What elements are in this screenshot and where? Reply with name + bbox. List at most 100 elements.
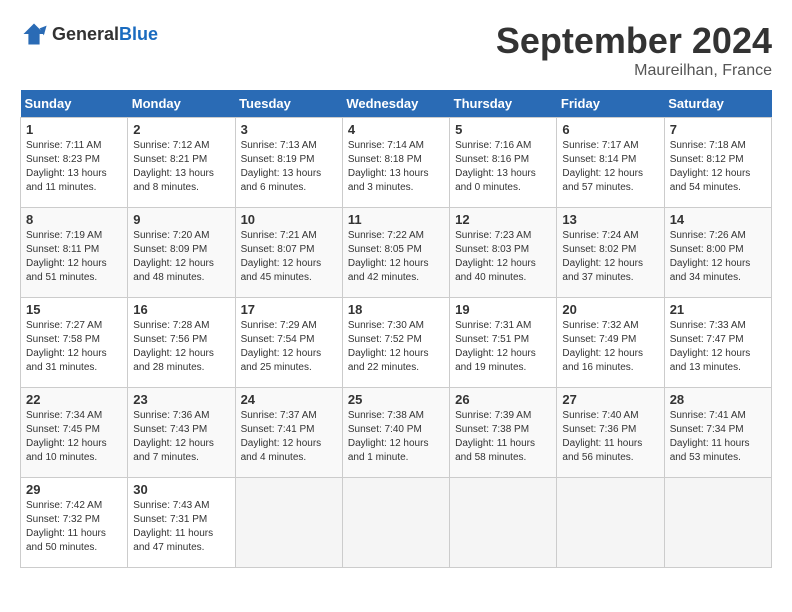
day-number: 29 [26, 482, 122, 497]
day-number: 1 [26, 122, 122, 137]
day-number: 22 [26, 392, 122, 407]
calendar-day-cell: 8Sunrise: 7:19 AM Sunset: 8:11 PM Daylig… [21, 208, 128, 298]
day-info: Sunrise: 7:30 AM Sunset: 7:52 PM Dayligh… [348, 319, 444, 375]
day-number: 27 [562, 392, 658, 407]
col-header-thursday: Thursday [450, 90, 557, 118]
day-number: 30 [133, 482, 229, 497]
day-info: Sunrise: 7:34 AM Sunset: 7:45 PM Dayligh… [26, 409, 122, 465]
calendar-day-cell: 25Sunrise: 7:38 AM Sunset: 7:40 PM Dayli… [342, 388, 449, 478]
day-number: 24 [241, 392, 337, 407]
day-info: Sunrise: 7:11 AM Sunset: 8:23 PM Dayligh… [26, 139, 122, 195]
day-info: Sunrise: 7:28 AM Sunset: 7:56 PM Dayligh… [133, 319, 229, 375]
calendar-day-cell: 22 Sunrise: 7:34 AM Sunset: 7:45 PM Dayli… [21, 388, 128, 478]
logo-icon [20, 20, 48, 48]
calendar-day-cell: 2 Sunrise: 7:12 AM Sunset: 8:21 PM Daylig… [128, 118, 235, 208]
col-header-friday: Friday [557, 90, 664, 118]
day-info: Sunrise: 7:36 AM Sunset: 7:43 PM Dayligh… [133, 409, 229, 465]
calendar-day-cell: 12 Sunrise: 7:23 AM Sunset: 8:03 PM Dayli… [450, 208, 557, 298]
col-header-wednesday: Wednesday [342, 90, 449, 118]
day-number: 2 [133, 122, 229, 137]
day-number: 4 [348, 122, 444, 137]
calendar-table: SundayMondayTuesdayWednesdayThursdayFrid… [20, 90, 772, 568]
day-number: 26 [455, 392, 551, 407]
calendar-day-cell: 28 Sunrise: 7:41 AM Sunset: 7:34 PM Dayli… [664, 388, 771, 478]
calendar-day-cell: 30 Sunrise: 7:43 AM Sunset: 7:31 PM Dayli… [128, 478, 235, 568]
calendar-day-cell: 18 Sunrise: 7:30 AM Sunset: 7:52 PM Dayli… [342, 298, 449, 388]
calendar-day-cell [557, 478, 664, 568]
day-number: 14 [670, 212, 766, 227]
day-number: 8 [26, 212, 122, 227]
day-info: Sunrise: 7:16 AM Sunset: 8:16 PM Dayligh… [455, 139, 551, 195]
col-header-monday: Monday [128, 90, 235, 118]
col-header-saturday: Saturday [664, 90, 771, 118]
location-subtitle: Maureilhan, France [496, 62, 772, 80]
logo: GeneralBlue [20, 20, 158, 48]
day-info: Sunrise: 7:21 AM Sunset: 8:07 PM Dayligh… [241, 229, 337, 285]
calendar-day-cell: 21 Sunrise: 7:33 AM Sunset: 7:47 PM Dayli… [664, 298, 771, 388]
day-info: Sunrise: 7:12 AM Sunset: 8:21 PM Dayligh… [133, 139, 229, 195]
day-info: Sunrise: 7:26 AM Sunset: 8:00 PM Dayligh… [670, 229, 766, 285]
calendar-day-cell: 1 Sunrise: 7:11 AM Sunset: 8:23 PM Daylig… [21, 118, 128, 208]
day-number: 16 [133, 302, 229, 317]
day-number: 5 [455, 122, 551, 137]
calendar-day-cell: 19Sunrise: 7:31 AM Sunset: 7:51 PM Dayli… [450, 298, 557, 388]
day-info: Sunrise: 7:43 AM Sunset: 7:31 PM Dayligh… [133, 499, 229, 555]
day-number: 21 [670, 302, 766, 317]
calendar-body: 1 Sunrise: 7:11 AM Sunset: 8:23 PM Daylig… [21, 118, 772, 568]
day-number: 25 [348, 392, 444, 407]
calendar-day-cell: 16 Sunrise: 7:28 AM Sunset: 7:56 PM Dayli… [128, 298, 235, 388]
day-number: 7 [670, 122, 766, 137]
calendar-day-cell: 26Sunrise: 7:39 AM Sunset: 7:38 PM Dayli… [450, 388, 557, 478]
calendar-day-cell: 6 Sunrise: 7:17 AM Sunset: 8:14 PM Daylig… [557, 118, 664, 208]
calendar-day-cell: 23Sunrise: 7:36 AM Sunset: 7:43 PM Dayli… [128, 388, 235, 478]
day-info: Sunrise: 7:41 AM Sunset: 7:34 PM Dayligh… [670, 409, 766, 465]
day-number: 28 [670, 392, 766, 407]
day-info: Sunrise: 7:32 AM Sunset: 7:49 PM Dayligh… [562, 319, 658, 375]
day-number: 3 [241, 122, 337, 137]
calendar-day-cell: 4Sunrise: 7:14 AM Sunset: 8:18 PM Daylig… [342, 118, 449, 208]
day-info: Sunrise: 7:37 AM Sunset: 7:41 PM Dayligh… [241, 409, 337, 465]
day-info: Sunrise: 7:17 AM Sunset: 8:14 PM Dayligh… [562, 139, 658, 195]
day-info: Sunrise: 7:27 AM Sunset: 7:58 PM Dayligh… [26, 319, 122, 375]
day-info: Sunrise: 7:29 AM Sunset: 7:54 PM Dayligh… [241, 319, 337, 375]
day-info: Sunrise: 7:42 AM Sunset: 7:32 PM Dayligh… [26, 499, 122, 555]
day-info: Sunrise: 7:33 AM Sunset: 7:47 PM Dayligh… [670, 319, 766, 375]
logo-general-text: General [52, 24, 119, 44]
calendar-header-row: SundayMondayTuesdayWednesdayThursdayFrid… [21, 90, 772, 118]
calendar-week-row: 22 Sunrise: 7:34 AM Sunset: 7:45 PM Dayli… [21, 388, 772, 478]
day-number: 10 [241, 212, 337, 227]
day-info: Sunrise: 7:22 AM Sunset: 8:05 PM Dayligh… [348, 229, 444, 285]
calendar-day-cell: 11Sunrise: 7:22 AM Sunset: 8:05 PM Dayli… [342, 208, 449, 298]
month-year-title: September 2024 [496, 20, 772, 62]
day-info: Sunrise: 7:23 AM Sunset: 8:03 PM Dayligh… [455, 229, 551, 285]
col-header-sunday: Sunday [21, 90, 128, 118]
day-number: 15 [26, 302, 122, 317]
day-number: 12 [455, 212, 551, 227]
day-number: 17 [241, 302, 337, 317]
day-number: 18 [348, 302, 444, 317]
day-number: 9 [133, 212, 229, 227]
calendar-week-row: 29 Sunrise: 7:42 AM Sunset: 7:32 PM Dayli… [21, 478, 772, 568]
day-info: Sunrise: 7:20 AM Sunset: 8:09 PM Dayligh… [133, 229, 229, 285]
calendar-day-cell: 9 Sunrise: 7:20 AM Sunset: 8:09 PM Daylig… [128, 208, 235, 298]
calendar-day-cell [450, 478, 557, 568]
day-number: 20 [562, 302, 658, 317]
header: GeneralBlue September 2024 Maureilhan, F… [20, 20, 772, 80]
calendar-day-cell: 13Sunrise: 7:24 AM Sunset: 8:02 PM Dayli… [557, 208, 664, 298]
calendar-day-cell: 29 Sunrise: 7:42 AM Sunset: 7:32 PM Dayli… [21, 478, 128, 568]
calendar-day-cell: 10 Sunrise: 7:21 AM Sunset: 8:07 PM Dayli… [235, 208, 342, 298]
calendar-day-cell: 14 Sunrise: 7:26 AM Sunset: 8:00 PM Dayli… [664, 208, 771, 298]
day-info: Sunrise: 7:13 AM Sunset: 8:19 PM Dayligh… [241, 139, 337, 195]
day-number: 13 [562, 212, 658, 227]
calendar-day-cell: 15 Sunrise: 7:27 AM Sunset: 7:58 PM Dayli… [21, 298, 128, 388]
calendar-week-row: 8Sunrise: 7:19 AM Sunset: 8:11 PM Daylig… [21, 208, 772, 298]
day-number: 19 [455, 302, 551, 317]
calendar-day-cell: 20 Sunrise: 7:32 AM Sunset: 7:49 PM Dayli… [557, 298, 664, 388]
calendar-day-cell: 7 Sunrise: 7:18 AM Sunset: 8:12 PM Daylig… [664, 118, 771, 208]
calendar-day-cell: 17 Sunrise: 7:29 AM Sunset: 7:54 PM Dayli… [235, 298, 342, 388]
day-number: 6 [562, 122, 658, 137]
title-area: September 2024 Maureilhan, France [496, 20, 772, 80]
calendar-day-cell [235, 478, 342, 568]
calendar-day-cell [342, 478, 449, 568]
day-info: Sunrise: 7:18 AM Sunset: 8:12 PM Dayligh… [670, 139, 766, 195]
